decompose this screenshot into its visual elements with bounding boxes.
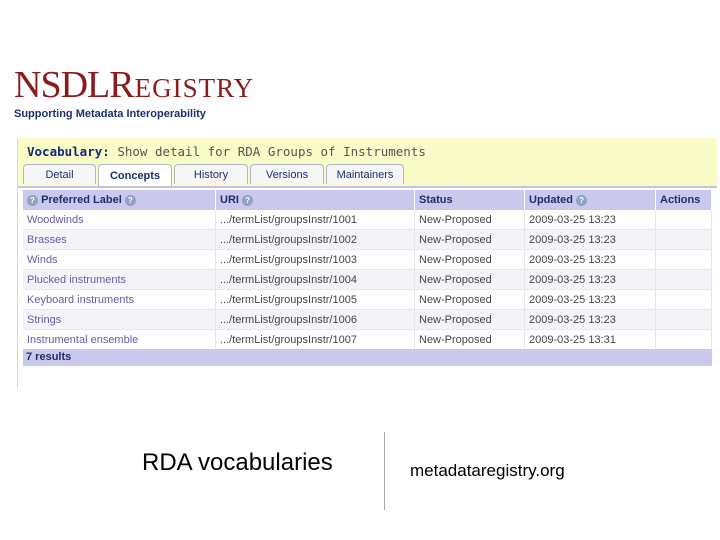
concept-updated: 2009-03-25 13:31 xyxy=(524,329,656,350)
concept-label-link[interactable]: Woodwinds xyxy=(23,210,216,230)
table-header-row: ? Preferred Label ? URI ? Status Updated… xyxy=(23,190,712,210)
logo-part-egistry: EGISTRY xyxy=(134,73,255,103)
concept-actions xyxy=(655,269,712,290)
concept-updated: 2009-03-25 13:23 xyxy=(524,309,656,330)
tab-concepts[interactable]: Concepts xyxy=(98,164,172,186)
concept-uri[interactable]: .../termList/groupsInstr/1007 xyxy=(215,329,415,350)
concept-label-link[interactable]: Keyboard instruments xyxy=(23,289,216,310)
concepts-table: ? Preferred Label ? URI ? Status Updated… xyxy=(23,190,712,350)
concept-label-link[interactable]: Instrumental ensemble xyxy=(23,329,216,350)
concept-actions xyxy=(655,309,712,330)
site-tagline: Supporting Metadata Interoperability xyxy=(14,108,206,120)
concept-uri[interactable]: .../termList/groupsInstr/1004 xyxy=(215,269,415,290)
tab-maintainers[interactable]: Maintainers xyxy=(326,164,404,184)
concept-uri[interactable]: .../termList/groupsInstr/1005 xyxy=(215,289,415,310)
concept-status: New-Proposed xyxy=(414,289,525,310)
header-actions: Actions xyxy=(655,190,712,210)
concept-actions xyxy=(655,249,712,270)
concept-updated: 2009-03-25 13:23 xyxy=(524,229,656,250)
concept-status: New-Proposed xyxy=(414,329,525,350)
header-status[interactable]: Status xyxy=(414,190,525,210)
table-row: Keyboard instruments .../termList/groups… xyxy=(23,289,712,310)
header-actions-text: Actions xyxy=(660,194,701,206)
concept-updated: 2009-03-25 13:23 xyxy=(524,249,656,270)
panel-header: Vocabulary: Show detail for RDA Groups o… xyxy=(18,138,717,188)
results-count: 7 results xyxy=(23,349,712,366)
concept-label-link[interactable]: Plucked instruments xyxy=(23,269,216,290)
header-preferred-label[interactable]: ? Preferred Label ? xyxy=(23,190,216,210)
logo-part-nsdl: NSDL xyxy=(14,64,110,106)
concept-label-link[interactable]: Brasses xyxy=(23,229,216,250)
header-preferred-label-text: Preferred Label xyxy=(41,194,122,206)
concept-uri[interactable]: .../termList/groupsInstr/1006 xyxy=(215,309,415,330)
concept-status: New-Proposed xyxy=(414,309,525,330)
help-icon[interactable]: ? xyxy=(576,194,588,206)
concept-actions xyxy=(655,210,712,230)
concept-uri[interactable]: .../termList/groupsInstr/1002 xyxy=(215,229,415,250)
concept-label-link[interactable]: Strings xyxy=(23,309,216,330)
vocabulary-panel: Vocabulary: Show detail for RDA Groups o… xyxy=(17,138,717,388)
concept-uri[interactable]: .../termList/groupsInstr/1003 xyxy=(215,249,415,270)
help-icon[interactable]: ? xyxy=(124,194,136,206)
vocabulary-name: Show detail for RDA Groups of Instrument… xyxy=(117,144,426,159)
table-row: Strings .../termList/groupsInstr/1006 Ne… xyxy=(23,309,712,330)
header-uri[interactable]: URI ? xyxy=(215,190,415,210)
concept-status: New-Proposed xyxy=(414,269,525,290)
table-row: Plucked instruments .../termList/groupsI… xyxy=(23,269,712,290)
tab-bar: Detail Concepts History Versions Maintai… xyxy=(23,164,406,186)
table-row: Winds .../termList/groupsInstr/1003 New-… xyxy=(23,249,712,270)
caption-divider xyxy=(384,432,385,510)
concept-label-link[interactable]: Winds xyxy=(23,249,216,270)
header-uri-text: URI xyxy=(220,194,239,206)
header-updated[interactable]: Updated ? xyxy=(524,190,656,210)
concept-updated: 2009-03-25 13:23 xyxy=(524,269,656,290)
table-row: Woodwinds .../termList/groupsInstr/1001 … xyxy=(23,210,712,230)
header-status-text: Status xyxy=(419,194,453,206)
nsdl-registry-logo[interactable]: NSDLREGISTRY xyxy=(14,66,254,104)
caption-website: metadataregistry.org xyxy=(410,461,565,480)
caption-rda-vocabularies: RDA vocabularies xyxy=(142,449,333,476)
vocabulary-label: Vocabulary: xyxy=(27,144,110,159)
concept-updated: 2009-03-25 13:23 xyxy=(524,289,656,310)
table-row: Brasses .../termList/groupsInstr/1002 Ne… xyxy=(23,229,712,250)
help-icon[interactable]: ? xyxy=(27,194,38,206)
concept-status: New-Proposed xyxy=(414,229,525,250)
concept-uri[interactable]: .../termList/groupsInstr/1001 xyxy=(215,210,415,230)
tab-history[interactable]: History xyxy=(174,164,248,184)
tab-detail[interactable]: Detail xyxy=(23,164,96,184)
header-updated-text: Updated xyxy=(529,194,573,206)
help-icon[interactable]: ? xyxy=(242,194,254,206)
concept-status: New-Proposed xyxy=(414,249,525,270)
concept-actions xyxy=(655,289,712,310)
table-row: Instrumental ensemble .../termList/group… xyxy=(23,329,712,350)
concept-updated: 2009-03-25 13:23 xyxy=(524,210,656,230)
tab-versions[interactable]: Versions xyxy=(250,164,324,184)
concept-actions xyxy=(655,329,712,350)
concept-status: New-Proposed xyxy=(414,210,525,230)
vocabulary-title: Vocabulary: Show detail for RDA Groups o… xyxy=(27,144,426,159)
concept-actions xyxy=(655,229,712,250)
logo-part-r: R xyxy=(109,64,135,106)
